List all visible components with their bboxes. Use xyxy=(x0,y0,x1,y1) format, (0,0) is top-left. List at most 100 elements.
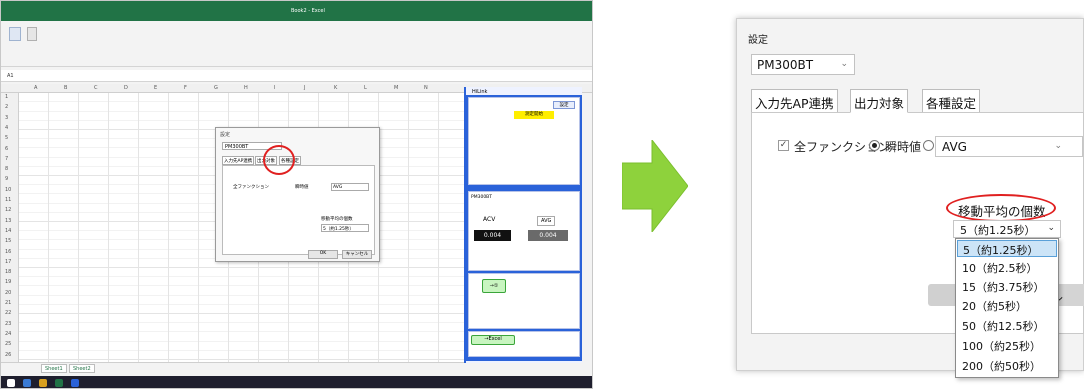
row-header[interactable]: 21 xyxy=(5,300,11,306)
formula-bar[interactable]: A1 xyxy=(1,70,592,82)
dropdown-option[interactable]: 10（約2.5秒） xyxy=(957,259,1057,276)
column-header[interactable]: C xyxy=(94,85,98,91)
row-header[interactable]: 14 xyxy=(5,228,11,234)
dialog-title: 設定 xyxy=(748,35,768,46)
dropdown-option[interactable]: 200（約50秒） xyxy=(957,357,1057,374)
sheet-tab-2[interactable]: Sheet2 xyxy=(69,364,95,373)
avg-select[interactable]: AVG ⌄ xyxy=(935,136,1083,157)
dropdown-option[interactable]: 15（約3.75秒） xyxy=(957,278,1057,295)
row-header[interactable]: 24 xyxy=(5,331,11,337)
side-value-gray: 0.004 xyxy=(528,230,568,241)
mini-model-value: PM300BT xyxy=(225,144,249,150)
mini-avg-select[interactable]: AVG xyxy=(331,183,369,191)
mini-highlight-circle xyxy=(263,145,295,175)
paste-icon[interactable] xyxy=(9,27,21,41)
taskbar-app-icon[interactable] xyxy=(23,379,31,387)
dropdown-option[interactable]: 50（約12.5秒） xyxy=(957,317,1057,334)
column-header[interactable]: H xyxy=(244,85,248,91)
mini-ok-button[interactable]: OK xyxy=(308,250,338,259)
all-functions-checkbox[interactable]: ✓ xyxy=(778,140,789,151)
column-header[interactable]: M xyxy=(394,85,398,91)
dropdown-option[interactable]: 5（約1.25秒） xyxy=(957,240,1057,257)
excel-title: Book2 - Excel xyxy=(291,8,325,14)
arrow-right-icon xyxy=(622,140,688,232)
radio-avg[interactable] xyxy=(923,140,934,151)
radio-instant-label[interactable]: 瞬時値 xyxy=(885,138,921,155)
row-header[interactable]: 19 xyxy=(5,279,11,285)
model-select[interactable]: PM300BT ⌄ xyxy=(751,54,855,75)
row-header[interactable]: 18 xyxy=(5,269,11,275)
moving-average-value: 5（約1.25秒） xyxy=(960,224,1036,237)
dropdown-option[interactable]: 100（約25秒） xyxy=(957,337,1057,354)
side-connect-button[interactable]: 設定 xyxy=(553,101,575,109)
excel-ribbon xyxy=(1,21,592,67)
row-header[interactable]: 15 xyxy=(5,238,11,244)
side-acv-label: ACV xyxy=(483,216,496,223)
side-value-black: 0.004 xyxy=(474,230,511,241)
mini-panel: 全ファンクション 瞬時値 AVG 移動平均の個数 5（約1.25秒） xyxy=(222,165,375,255)
tab-output-target[interactable]: 出力対象 xyxy=(850,89,909,113)
column-header[interactable]: D xyxy=(124,85,128,91)
mini-cancel-button[interactable]: キャンセル xyxy=(342,250,372,259)
column-header[interactable]: A xyxy=(34,85,37,91)
tab-input-ap[interactable]: 入力先AP連携 xyxy=(751,89,838,113)
row-header[interactable]: 12 xyxy=(5,207,11,213)
row-headers: 1 2 3 4 5 6 7 8 9 10 11 12 13 14 15 16 17 18 19 20 21 22 23 24 2… xyxy=(1,93,19,362)
column-header[interactable]: J xyxy=(304,85,305,91)
row-header[interactable]: 3 xyxy=(5,115,8,121)
sort-icon[interactable] xyxy=(27,27,37,41)
mini-ma-select[interactable]: 5（約1.25秒） xyxy=(321,224,369,232)
side-device-name: PM300BT xyxy=(471,195,493,200)
folder-icon[interactable] xyxy=(39,379,47,387)
side-excel-button[interactable]: →Excel xyxy=(471,335,515,345)
chevron-down-icon: ⌄ xyxy=(840,59,848,69)
column-header[interactable]: I xyxy=(274,85,275,91)
row-header[interactable]: 25 xyxy=(5,341,11,347)
row-header[interactable]: 23 xyxy=(5,321,11,327)
row-header[interactable]: 6 xyxy=(5,146,8,152)
dropdown-option[interactable]: 20（約5秒） xyxy=(957,297,1057,314)
mini-tab-input[interactable]: 入力先AP連携 xyxy=(222,156,255,165)
row-header[interactable]: 10 xyxy=(5,187,11,193)
row-header[interactable]: 16 xyxy=(5,249,11,255)
row-header[interactable]: 26 xyxy=(5,352,11,358)
mini-radio-label[interactable]: 瞬時値 xyxy=(295,184,309,190)
start-icon[interactable] xyxy=(7,379,15,387)
column-header[interactable]: E xyxy=(154,85,157,91)
row-header[interactable]: 1 xyxy=(5,94,8,100)
row-header[interactable]: 17 xyxy=(5,259,11,265)
chevron-down-icon: ⌄ xyxy=(1047,223,1055,233)
row-header[interactable]: 7 xyxy=(5,156,8,162)
mini-checkbox-label[interactable]: 全ファンクション xyxy=(233,184,269,190)
excel-titlebar: Book2 - Excel xyxy=(1,1,592,21)
column-header[interactable]: G xyxy=(214,85,218,91)
row-header[interactable]: 5 xyxy=(5,135,8,141)
row-header[interactable]: 4 xyxy=(5,125,8,131)
column-header[interactable]: F xyxy=(184,85,187,91)
column-header[interactable]: L xyxy=(364,85,367,91)
tab-settings[interactable]: 各種設定 xyxy=(922,89,981,113)
highlight-circle xyxy=(946,194,1056,222)
side-start-button[interactable]: 測定開始 xyxy=(514,111,554,119)
column-header[interactable]: B xyxy=(64,85,67,91)
side-arrow-button[interactable]: →① xyxy=(482,279,506,293)
mini-ma-label: 移動平均の個数 xyxy=(321,217,353,222)
radio-instant[interactable] xyxy=(869,140,880,151)
row-header[interactable]: 8 xyxy=(5,166,8,172)
column-header[interactable]: K xyxy=(334,85,337,91)
row-header[interactable]: 11 xyxy=(5,197,11,203)
side-avg-select[interactable]: AVG xyxy=(537,216,556,226)
model-select-value: PM300BT xyxy=(757,58,814,72)
name-box[interactable]: A1 xyxy=(7,73,14,79)
excel-icon[interactable] xyxy=(55,379,63,387)
row-header[interactable]: 22 xyxy=(5,310,11,316)
column-header[interactable]: N xyxy=(424,85,428,91)
moving-average-select[interactable]: 5（約1.25秒） ⌄ xyxy=(953,220,1061,238)
row-header[interactable]: 20 xyxy=(5,290,11,296)
app-icon[interactable] xyxy=(71,379,79,387)
excel-window: Book2 - Excel A1 ABCDEFGHIJKLMN 12345678… xyxy=(0,0,593,389)
row-header[interactable]: 13 xyxy=(5,218,11,224)
sheet-tab-1[interactable]: Sheet1 xyxy=(41,364,67,373)
row-header[interactable]: 9 xyxy=(5,176,8,182)
row-header[interactable]: 2 xyxy=(5,104,8,110)
